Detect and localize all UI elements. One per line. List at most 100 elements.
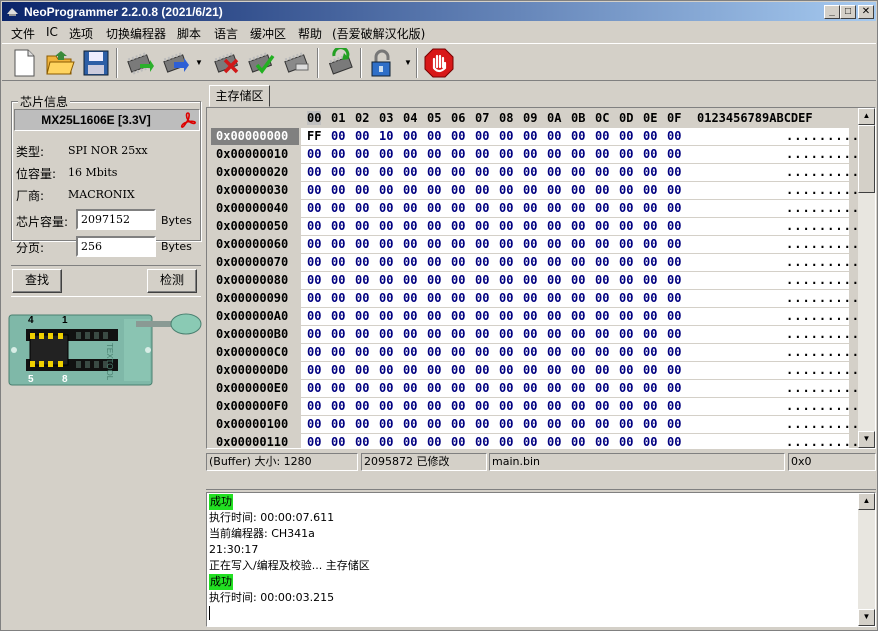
hex-byte-cell[interactable]: 00 bbox=[403, 128, 417, 145]
hex-byte-cell[interactable]: 00 bbox=[475, 308, 489, 325]
hex-byte-cell[interactable]: 00 bbox=[427, 290, 441, 307]
hex-byte-cell[interactable]: 00 bbox=[331, 326, 345, 343]
hex-byte-cell[interactable]: 00 bbox=[355, 164, 369, 181]
hex-byte-cell[interactable]: 00 bbox=[595, 236, 609, 253]
hex-byte-cell[interactable]: 00 bbox=[379, 344, 393, 361]
hex-editor[interactable]: 00 01 02 03 04 05 06 07 08 09 0A 0B 0C 0D 0E 0F 01234567… bbox=[206, 107, 876, 449]
hex-byte-cell[interactable]: 00 bbox=[475, 236, 489, 253]
hex-byte-cell[interactable]: 00 bbox=[547, 416, 561, 433]
new-file-button[interactable] bbox=[8, 47, 40, 79]
menu-switch-programmer[interactable]: 切换编程器 bbox=[106, 24, 166, 41]
hex-byte-cell[interactable]: 00 bbox=[619, 272, 633, 289]
hex-byte-cell[interactable]: 00 bbox=[475, 182, 489, 199]
hex-byte-cell[interactable]: 00 bbox=[451, 416, 465, 433]
hex-byte-cell[interactable]: 00 bbox=[523, 290, 537, 307]
hex-byte-cell[interactable]: 00 bbox=[307, 290, 321, 307]
hex-byte-cell[interactable]: 00 bbox=[643, 236, 657, 253]
hex-byte-cell[interactable]: 00 bbox=[403, 362, 417, 379]
hex-byte-cell[interactable]: 00 bbox=[499, 434, 513, 448]
hex-byte-cell[interactable]: 00 bbox=[475, 272, 489, 289]
hex-byte-cell[interactable]: 00 bbox=[331, 416, 345, 433]
hex-byte-cell[interactable]: 00 bbox=[523, 254, 537, 271]
hex-byte-cell[interactable]: 00 bbox=[427, 272, 441, 289]
hex-byte-cell[interactable]: 00 bbox=[403, 182, 417, 199]
hex-byte-cell[interactable]: 00 bbox=[475, 254, 489, 271]
hex-byte-cell[interactable]: 00 bbox=[475, 200, 489, 217]
hex-byte-cell[interactable]: 00 bbox=[331, 218, 345, 235]
hex-byte-cell[interactable]: 00 bbox=[403, 416, 417, 433]
hex-byte-cell[interactable]: 00 bbox=[667, 182, 681, 199]
hex-byte-cell[interactable]: 00 bbox=[499, 146, 513, 163]
hex-byte-cell[interactable]: 00 bbox=[595, 182, 609, 199]
hex-byte-cell[interactable]: 00 bbox=[451, 434, 465, 448]
hex-byte-cell[interactable]: 00 bbox=[547, 218, 561, 235]
hex-byte-cell[interactable]: 00 bbox=[403, 200, 417, 217]
hex-byte-cell[interactable]: 00 bbox=[451, 272, 465, 289]
menu-script[interactable]: 脚本 bbox=[177, 24, 201, 41]
hex-byte-cell[interactable]: 00 bbox=[667, 362, 681, 379]
hex-byte-cell[interactable]: 00 bbox=[547, 362, 561, 379]
hex-byte-cell[interactable]: 00 bbox=[307, 236, 321, 253]
save-button[interactable] bbox=[80, 47, 112, 79]
hex-byte-cell[interactable]: 00 bbox=[379, 434, 393, 448]
hex-byte-cell[interactable]: 00 bbox=[499, 164, 513, 181]
hex-byte-cell[interactable]: 00 bbox=[619, 398, 633, 415]
hex-byte-cell[interactable]: 00 bbox=[643, 380, 657, 397]
hex-byte-cell[interactable]: 00 bbox=[307, 380, 321, 397]
hex-byte-cell[interactable]: 00 bbox=[331, 200, 345, 217]
hex-byte-cell[interactable]: 00 bbox=[307, 416, 321, 433]
pdf-datasheet-icon[interactable] bbox=[178, 111, 198, 129]
hex-byte-cell[interactable]: 00 bbox=[643, 272, 657, 289]
hex-byte-cell[interactable]: 00 bbox=[499, 326, 513, 343]
hex-byte-cell[interactable]: 00 bbox=[547, 146, 561, 163]
hex-byte-cell[interactable]: 00 bbox=[451, 362, 465, 379]
hex-byte-cell[interactable]: 00 bbox=[571, 218, 585, 235]
hex-byte-cell[interactable]: 00 bbox=[355, 380, 369, 397]
hex-byte-cell[interactable]: 00 bbox=[355, 254, 369, 271]
hex-byte-cell[interactable]: 00 bbox=[667, 290, 681, 307]
hex-byte-cell[interactable]: 00 bbox=[403, 344, 417, 361]
hex-byte-cell[interactable]: 00 bbox=[499, 218, 513, 235]
hex-byte-cell[interactable]: 00 bbox=[571, 182, 585, 199]
hex-byte-cell[interactable]: 00 bbox=[667, 434, 681, 448]
detect-button[interactable]: 检测 bbox=[147, 269, 197, 293]
page-size-field[interactable]: 256 bbox=[76, 236, 156, 257]
hex-byte-cell[interactable]: 00 bbox=[619, 290, 633, 307]
hex-byte-cell[interactable]: 00 bbox=[355, 200, 369, 217]
hex-byte-cell[interactable]: 00 bbox=[451, 128, 465, 145]
hex-byte-cell[interactable]: 00 bbox=[403, 218, 417, 235]
hex-byte-cell[interactable]: 00 bbox=[643, 362, 657, 379]
hex-byte-cell[interactable]: 00 bbox=[499, 380, 513, 397]
minimize-button[interactable]: _ bbox=[824, 5, 840, 19]
hex-byte-cell[interactable]: 00 bbox=[331, 308, 345, 325]
hex-byte-cell[interactable]: 00 bbox=[643, 146, 657, 163]
hex-byte-cell[interactable]: 00 bbox=[547, 254, 561, 271]
hex-scroll-down-button[interactable]: ▼ bbox=[858, 431, 875, 448]
hex-byte-cell[interactable]: 00 bbox=[547, 236, 561, 253]
hex-byte-cell[interactable]: 00 bbox=[523, 272, 537, 289]
hex-byte-cell[interactable]: 00 bbox=[331, 344, 345, 361]
hex-byte-cell[interactable]: 00 bbox=[499, 254, 513, 271]
hex-byte-cell[interactable]: 00 bbox=[619, 182, 633, 199]
hex-byte-cell[interactable]: 00 bbox=[451, 344, 465, 361]
menu-options[interactable]: 选项 bbox=[69, 24, 93, 41]
hex-byte-cell[interactable]: 00 bbox=[595, 272, 609, 289]
hex-byte-cell[interactable]: FF bbox=[307, 128, 321, 145]
hex-byte-cell[interactable]: 00 bbox=[595, 290, 609, 307]
hex-byte-cell[interactable]: 00 bbox=[667, 200, 681, 217]
hex-byte-cell[interactable]: 00 bbox=[331, 182, 345, 199]
hex-byte-cell[interactable]: 00 bbox=[523, 416, 537, 433]
hex-byte-cell[interactable]: 00 bbox=[475, 290, 489, 307]
hex-byte-cell[interactable]: 00 bbox=[499, 362, 513, 379]
hex-byte-cell[interactable]: 00 bbox=[307, 254, 321, 271]
hex-byte-cell[interactable]: 00 bbox=[523, 182, 537, 199]
hex-byte-cell[interactable]: 00 bbox=[619, 362, 633, 379]
hex-byte-cell[interactable]: 10 bbox=[379, 128, 393, 145]
hex-byte-cell[interactable]: 00 bbox=[667, 254, 681, 271]
hex-scroll-thumb[interactable] bbox=[858, 125, 875, 193]
hex-byte-cell[interactable]: 00 bbox=[571, 200, 585, 217]
hex-byte-cell[interactable]: 00 bbox=[619, 416, 633, 433]
hex-byte-cell[interactable]: 00 bbox=[571, 128, 585, 145]
hex-byte-cell[interactable]: 00 bbox=[523, 398, 537, 415]
hex-byte-cell[interactable]: 00 bbox=[307, 344, 321, 361]
